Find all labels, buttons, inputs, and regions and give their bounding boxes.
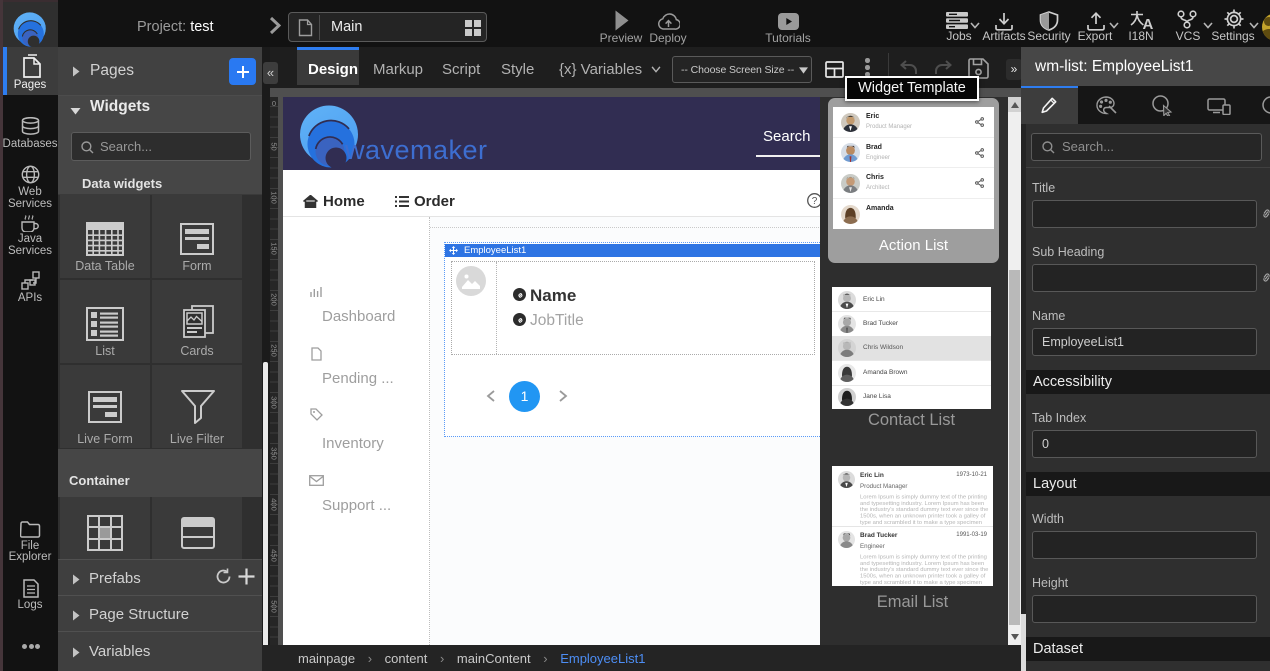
svg-text:?: ?	[812, 196, 818, 207]
svg-text:A: A	[1143, 16, 1154, 30]
